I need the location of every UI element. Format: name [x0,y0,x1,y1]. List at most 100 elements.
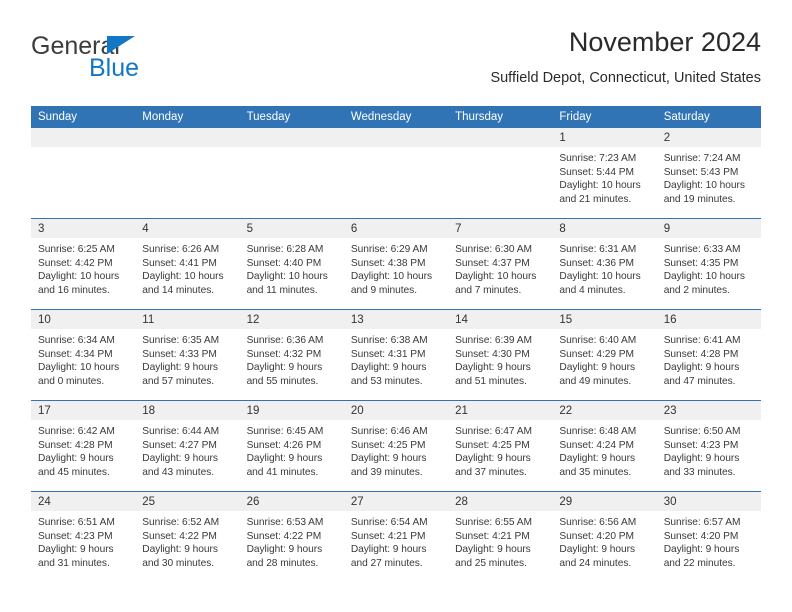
daylight-text-line2: and 43 minutes. [142,466,215,478]
daylight-text-line2: and 39 minutes. [350,466,423,478]
calendar-day-cell[interactable]: 20 Sunrise: 6:46 AM Sunset: 4:25 PM Dayligh… [343,401,449,491]
day-number: 2 [656,128,761,147]
calendar-day-cell[interactable]: 24 Sunrise: 6:51 AM Sunset: 4:23 PM Dayligh… [31,492,136,582]
sunset-text: Sunset: 4:28 PM [663,348,739,360]
sunset-text: Sunset: 4:27 PM [142,439,217,451]
daylight-text-line1: Daylight: 9 hours [142,544,218,556]
daylight-text-line1: Daylight: 10 hours [559,271,641,283]
daylight-text-line2: and 2 minutes. [663,284,730,296]
day-number: 29 [552,492,657,511]
sun-info: Sunrise: 6:26 AM Sunset: 4:41 PM Daylight:… [135,238,239,297]
calendar-day-cell[interactable]: 15 Sunrise: 6:40 AM Sunset: 4:29 PM Dayligh… [552,310,657,400]
calendar-day-cell[interactable]: 7 Sunrise: 6:30 AM Sunset: 4:37 PM Daylight… [448,219,553,309]
calendar-day-cell[interactable]: 14 Sunrise: 6:39 AM Sunset: 4:30 PM Dayligh… [448,310,553,400]
sunset-text: Sunset: 4:23 PM [38,530,113,542]
daylight-text-line1: Daylight: 10 hours [455,271,537,283]
calendar-day-cell[interactable]: 19 Sunrise: 6:45 AM Sunset: 4:26 PM Dayligh… [239,401,344,491]
daylight-text-line1: Daylight: 9 hours [455,362,531,374]
daylight-text-line2: and 27 minutes. [350,557,423,569]
daylight-text-line1: Daylight: 9 hours [350,544,427,556]
day-number: 14 [448,310,553,329]
calendar-day-cell[interactable]: 30 Sunrise: 6:57 AM Sunset: 4:20 PM Dayligh… [656,492,761,582]
calendar-day-cell[interactable]: 25 Sunrise: 6:52 AM Sunset: 4:22 PM Dayligh… [135,492,240,582]
calendar-day-cell[interactable]: 8 Sunrise: 6:31 AM Sunset: 4:36 PM Daylight… [552,219,657,309]
sun-info: Sunrise: 6:25 AM Sunset: 4:42 PM Daylight:… [31,238,135,297]
calendar-day-cell[interactable]: 3 Sunrise: 6:25 AM Sunset: 4:42 PM Daylight… [31,219,136,309]
calendar-day-cell-empty [343,128,449,218]
calendar-day-cell[interactable]: 6 Sunrise: 6:29 AM Sunset: 4:38 PM Daylight… [343,219,449,309]
calendar-day-cell[interactable]: 23 Sunrise: 6:50 AM Sunset: 4:23 PM Dayligh… [656,401,761,491]
sun-info: Sunrise: 6:33 AM Sunset: 4:35 PM Daylight:… [657,238,761,297]
day-number [31,128,136,147]
day-number [448,128,553,147]
calendar-day-cell[interactable]: 2 Sunrise: 7:24 AM Sunset: 5:43 PM Daylight… [656,128,761,218]
sunrise-text: Sunrise: 6:46 AM [350,426,428,437]
sunrise-text: Sunrise: 6:41 AM [663,335,741,346]
sunrise-text: Sunrise: 6:55 AM [455,517,532,528]
calendar-day-cell[interactable]: 17 Sunrise: 6:42 AM Sunset: 4:28 PM Dayligh… [31,401,136,491]
calendar-week-row: 17 Sunrise: 6:42 AM Sunset: 4:28 PM Dayligh… [31,400,761,491]
daylight-text-line2: and 16 minutes. [38,284,110,296]
daylight-text-line2: and 45 minutes. [38,466,110,478]
calendar-day-cell[interactable]: 21 Sunrise: 6:47 AM Sunset: 4:25 PM Dayligh… [448,401,553,491]
sun-info: Sunrise: 6:47 AM Sunset: 4:25 PM Daylight:… [448,420,552,479]
day-number: 13 [343,310,449,329]
calendar-day-cell[interactable]: 28 Sunrise: 6:55 AM Sunset: 4:21 PM Dayligh… [448,492,553,582]
calendar-day-cell[interactable]: 18 Sunrise: 6:44 AM Sunset: 4:27 PM Dayligh… [135,401,240,491]
sunset-text: Sunset: 4:31 PM [350,348,426,360]
sunset-text: Sunset: 5:44 PM [559,166,634,178]
sun-info: Sunrise: 6:34 AM Sunset: 4:34 PM Daylight:… [31,329,135,388]
daylight-text-line1: Daylight: 10 hours [38,271,120,283]
sunset-text: Sunset: 4:34 PM [38,348,113,360]
general-blue-logo[interactable]: General Blue [31,32,221,90]
calendar-grid: Sunday Monday Tuesday Wednesday Thursday… [31,106,761,582]
daylight-text-line1: Daylight: 9 hours [246,362,323,374]
sunset-text: Sunset: 4:25 PM [350,439,426,451]
daylight-text-line2: and 35 minutes. [559,466,632,478]
title-block: November 2024 Suffield Depot, Connecticu… [490,26,761,87]
sun-info: Sunrise: 6:57 AM Sunset: 4:20 PM Daylight:… [657,511,761,570]
day-number [239,128,344,147]
day-number: 21 [448,401,553,420]
day-number: 3 [31,219,136,238]
daylight-text-line1: Daylight: 10 hours [350,271,433,283]
sunrise-text: Sunrise: 6:28 AM [246,244,324,255]
sun-info: Sunrise: 6:48 AM Sunset: 4:24 PM Daylight:… [552,420,656,479]
day-number: 15 [552,310,657,329]
sun-info: Sunrise: 6:41 AM Sunset: 4:28 PM Daylight:… [657,329,761,388]
calendar-day-cell[interactable]: 27 Sunrise: 6:54 AM Sunset: 4:21 PM Dayligh… [343,492,449,582]
calendar-day-cell[interactable]: 16 Sunrise: 6:41 AM Sunset: 4:28 PM Dayligh… [656,310,761,400]
daylight-text-line1: Daylight: 9 hours [455,544,531,556]
sun-info: Sunrise: 6:38 AM Sunset: 4:31 PM Daylight:… [344,329,448,388]
sunset-text: Sunset: 4:26 PM [246,439,322,451]
day-number: 8 [552,219,657,238]
calendar-day-cell[interactable]: 4 Sunrise: 6:26 AM Sunset: 4:41 PM Daylight… [135,219,240,309]
sunset-text: Sunset: 4:22 PM [246,530,322,542]
calendar-day-cell[interactable]: 11 Sunrise: 6:35 AM Sunset: 4:33 PM Dayligh… [135,310,240,400]
day-number: 10 [31,310,136,329]
daylight-text-line1: Daylight: 9 hours [142,362,218,374]
calendar-day-cell[interactable]: 9 Sunrise: 6:33 AM Sunset: 4:35 PM Daylight… [656,219,761,309]
calendar-day-cell[interactable]: 26 Sunrise: 6:53 AM Sunset: 4:22 PM Dayligh… [239,492,344,582]
sunrise-text: Sunrise: 6:47 AM [455,426,532,437]
calendar-day-cell[interactable]: 29 Sunrise: 6:56 AM Sunset: 4:20 PM Dayligh… [552,492,657,582]
calendar-day-cell[interactable]: 5 Sunrise: 6:28 AM Sunset: 4:40 PM Daylight… [239,219,344,309]
calendar-day-cell[interactable]: 22 Sunrise: 6:48 AM Sunset: 4:24 PM Dayligh… [552,401,657,491]
calendar-page: General Blue November 2024 Suffield Depo… [0,0,792,612]
calendar-day-cell[interactable]: 1 Sunrise: 7:23 AM Sunset: 5:44 PM Daylight… [552,128,657,218]
calendar-day-cell[interactable]: 10 Sunrise: 6:34 AM Sunset: 4:34 PM Dayligh… [31,310,136,400]
calendar-day-cell[interactable]: 12 Sunrise: 6:36 AM Sunset: 4:32 PM Dayligh… [239,310,344,400]
sunset-text: Sunset: 4:24 PM [559,439,634,451]
day-number: 17 [31,401,136,420]
logo-text-blue: Blue [89,54,140,82]
daylight-text-line2: and 41 minutes. [246,466,319,478]
weekday-header-monday: Monday [142,111,184,123]
sunset-text: Sunset: 4:33 PM [142,348,217,360]
calendar-week-row: 24 Sunrise: 6:51 AM Sunset: 4:23 PM Dayligh… [31,491,761,582]
daylight-text-line2: and 24 minutes. [559,557,632,569]
weekday-header-thursday: Thursday [455,111,504,123]
day-number: 6 [343,219,449,238]
day-number: 16 [656,310,761,329]
weekday-header-row: Sunday Monday Tuesday Wednesday Thursday… [31,106,761,128]
calendar-day-cell[interactable]: 13 Sunrise: 6:38 AM Sunset: 4:31 PM Dayligh… [343,310,449,400]
